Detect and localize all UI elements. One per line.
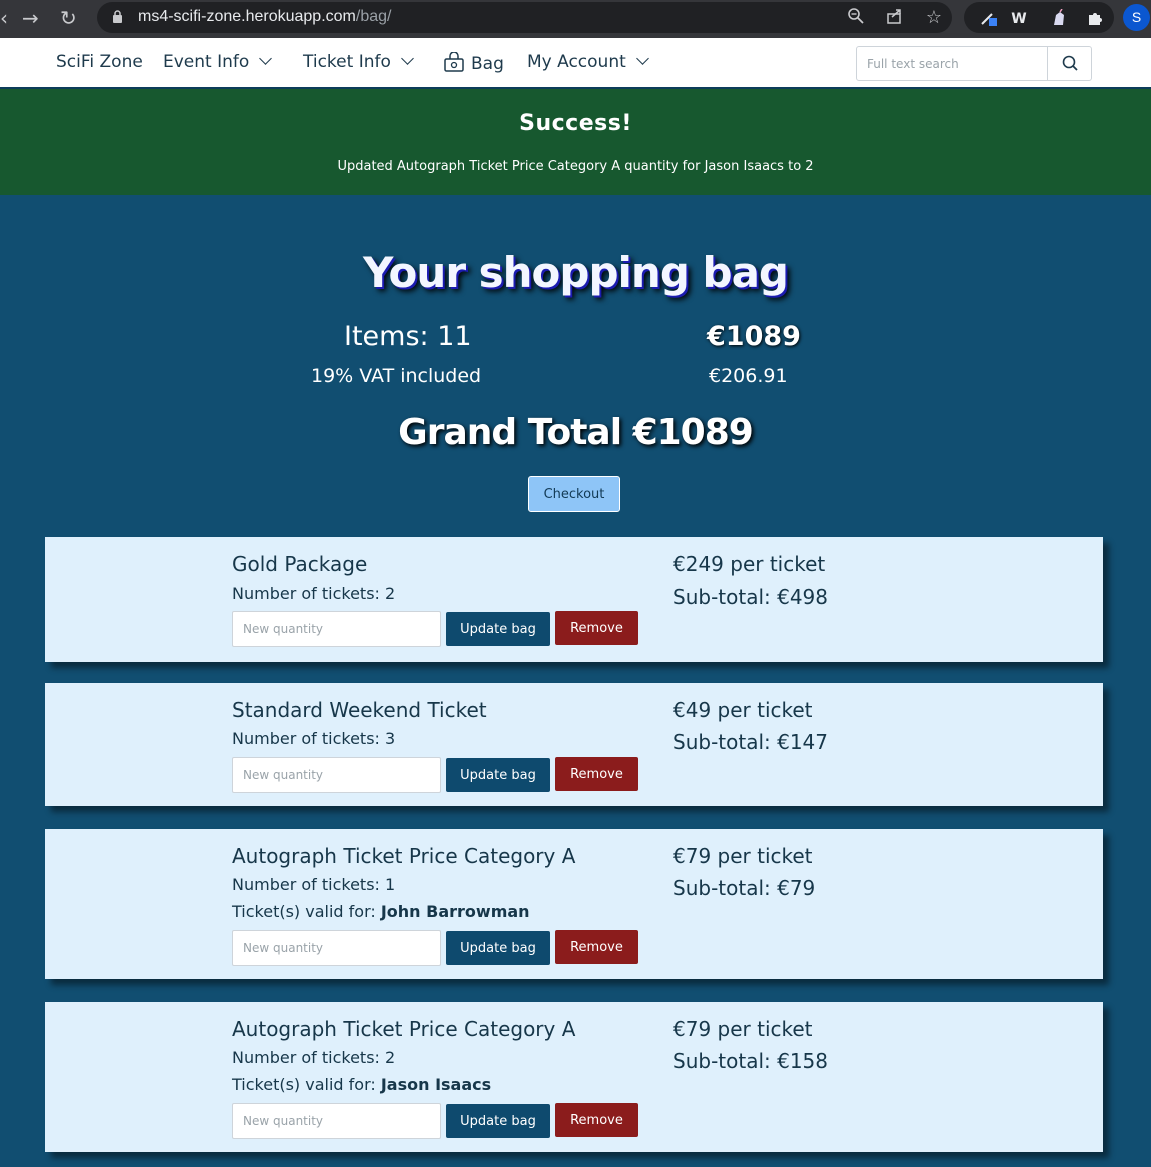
remove-button[interactable]: Remove bbox=[555, 757, 638, 791]
item-unit-price: €79 per ticket bbox=[673, 844, 813, 868]
browser-toolbar: ‹ → ↻ ms4-scifi-zone.herokuapp.com/bag/ … bbox=[0, 0, 1151, 38]
item-unit-price: €249 per ticket bbox=[673, 552, 826, 576]
update-bag-button[interactable]: Update bag bbox=[446, 931, 550, 965]
item-subtotal: Sub-total: €498 bbox=[673, 585, 829, 609]
item-unit-price: €49 per ticket bbox=[673, 698, 813, 722]
item-ticket-count: Number of tickets: 3 bbox=[232, 729, 396, 748]
bag-item-card: Autograph Ticket Price Category A Number… bbox=[45, 1002, 1103, 1152]
item-valid-for: Ticket(s) valid for: John Barrowman bbox=[232, 902, 530, 921]
banner-message: Updated Autograph Ticket Price Category … bbox=[337, 159, 814, 174]
vat-amount: €206.91 bbox=[709, 365, 788, 387]
brand-link[interactable]: SciFi Zone bbox=[56, 52, 143, 72]
extensions-area: W bbox=[964, 2, 1114, 33]
item-subtotal: Sub-total: €147 bbox=[673, 730, 829, 754]
bag-item-card: Autograph Ticket Price Category A Number… bbox=[45, 829, 1103, 979]
item-ticket-count: Number of tickets: 1 bbox=[232, 875, 396, 894]
item-valid-for: Ticket(s) valid for: Jason Isaacs bbox=[232, 1075, 491, 1094]
search-input[interactable] bbox=[857, 47, 1047, 80]
bag-item-card: Gold Package Number of tickets: 2 Update… bbox=[45, 537, 1103, 662]
shopping-bag-icon bbox=[444, 51, 464, 72]
nav-ticket-info-label: Ticket Info bbox=[303, 52, 391, 72]
items-count: Items: 11 bbox=[344, 321, 472, 352]
back-icon[interactable]: ‹ bbox=[0, 6, 8, 30]
nav-event-info-label: Event Info bbox=[163, 52, 250, 72]
search-form bbox=[856, 46, 1092, 81]
nav-my-account-label: My Account bbox=[527, 52, 626, 72]
update-bag-button[interactable]: Update bag bbox=[446, 758, 550, 792]
page-title: Your shopping bag bbox=[363, 248, 789, 297]
success-banner: Success! Updated Autograph Ticket Price … bbox=[0, 89, 1151, 195]
site-navbar: SciFi Zone Event Info Ticket Info Bag My… bbox=[0, 38, 1151, 89]
reload-icon[interactable]: ↻ bbox=[60, 6, 77, 30]
remove-button[interactable]: Remove bbox=[555, 930, 638, 964]
nav-bag-label: Bag bbox=[471, 54, 504, 74]
chevron-down-icon bbox=[401, 52, 414, 65]
share-icon[interactable] bbox=[884, 7, 906, 29]
item-subtotal: Sub-total: €79 bbox=[673, 876, 816, 900]
nav-my-account[interactable]: My Account bbox=[527, 52, 649, 72]
bookmark-star-icon[interactable]: ☆ bbox=[923, 7, 945, 29]
w-extension-icon[interactable]: W bbox=[1009, 9, 1029, 29]
forward-icon[interactable]: → bbox=[22, 6, 39, 30]
url-text: ms4-scifi-zone.herokuapp.com/bag/ bbox=[138, 8, 392, 25]
remove-button[interactable]: Remove bbox=[555, 1103, 638, 1137]
valid-for-label: Ticket(s) valid for: bbox=[232, 902, 381, 921]
item-subtotal: Sub-total: €158 bbox=[673, 1049, 829, 1073]
item-ticket-count: Number of tickets: 2 bbox=[232, 584, 396, 603]
grand-total: Grand Total €1089 bbox=[398, 412, 754, 453]
remove-button[interactable]: Remove bbox=[555, 611, 638, 645]
item-name: Standard Weekend Ticket bbox=[232, 698, 487, 722]
item-unit-price: €79 per ticket bbox=[673, 1017, 813, 1041]
quantity-input[interactable] bbox=[232, 1103, 441, 1139]
vat-label: 19% VAT included bbox=[311, 365, 482, 387]
quantity-input[interactable] bbox=[232, 930, 441, 966]
bag-total: €1089 bbox=[707, 321, 801, 352]
item-name: Gold Package bbox=[232, 552, 368, 576]
update-bag-button[interactable]: Update bag bbox=[446, 1104, 550, 1138]
valid-for-name: John Barrowman bbox=[380, 902, 530, 921]
chevron-down-icon bbox=[635, 52, 649, 65]
zoom-icon[interactable] bbox=[845, 7, 867, 29]
profile-avatar[interactable]: S bbox=[1123, 4, 1150, 31]
lock-icon bbox=[113, 10, 122, 23]
checkout-button[interactable]: Checkout bbox=[528, 476, 620, 512]
eyedropper-extension-icon[interactable] bbox=[978, 9, 998, 29]
banner-title: Success! bbox=[519, 111, 632, 136]
puzzle-extensions-icon[interactable] bbox=[1085, 9, 1105, 29]
search-button[interactable] bbox=[1047, 47, 1091, 80]
valid-for-label: Ticket(s) valid for: bbox=[232, 1075, 381, 1094]
nav-bag[interactable]: Bag bbox=[443, 51, 504, 74]
nav-ticket-info[interactable]: Ticket Info bbox=[303, 52, 414, 72]
search-icon bbox=[1062, 55, 1078, 71]
quantity-input[interactable] bbox=[232, 611, 441, 647]
item-name: Autograph Ticket Price Category A bbox=[232, 1017, 576, 1041]
chevron-down-icon bbox=[259, 52, 273, 65]
item-ticket-count: Number of tickets: 2 bbox=[232, 1048, 396, 1067]
update-bag-button[interactable]: Update bag bbox=[446, 612, 550, 646]
bag-item-card: Standard Weekend Ticket Number of ticket… bbox=[45, 683, 1103, 806]
unicorn-extension-icon[interactable] bbox=[1049, 8, 1069, 29]
nav-event-info[interactable]: Event Info bbox=[163, 52, 273, 72]
quantity-input[interactable] bbox=[232, 757, 441, 793]
address-bar[interactable]: ms4-scifi-zone.herokuapp.com/bag/ ☆ bbox=[97, 2, 952, 33]
valid-for-name: Jason Isaacs bbox=[380, 1075, 492, 1094]
item-name: Autograph Ticket Price Category A bbox=[232, 844, 576, 868]
